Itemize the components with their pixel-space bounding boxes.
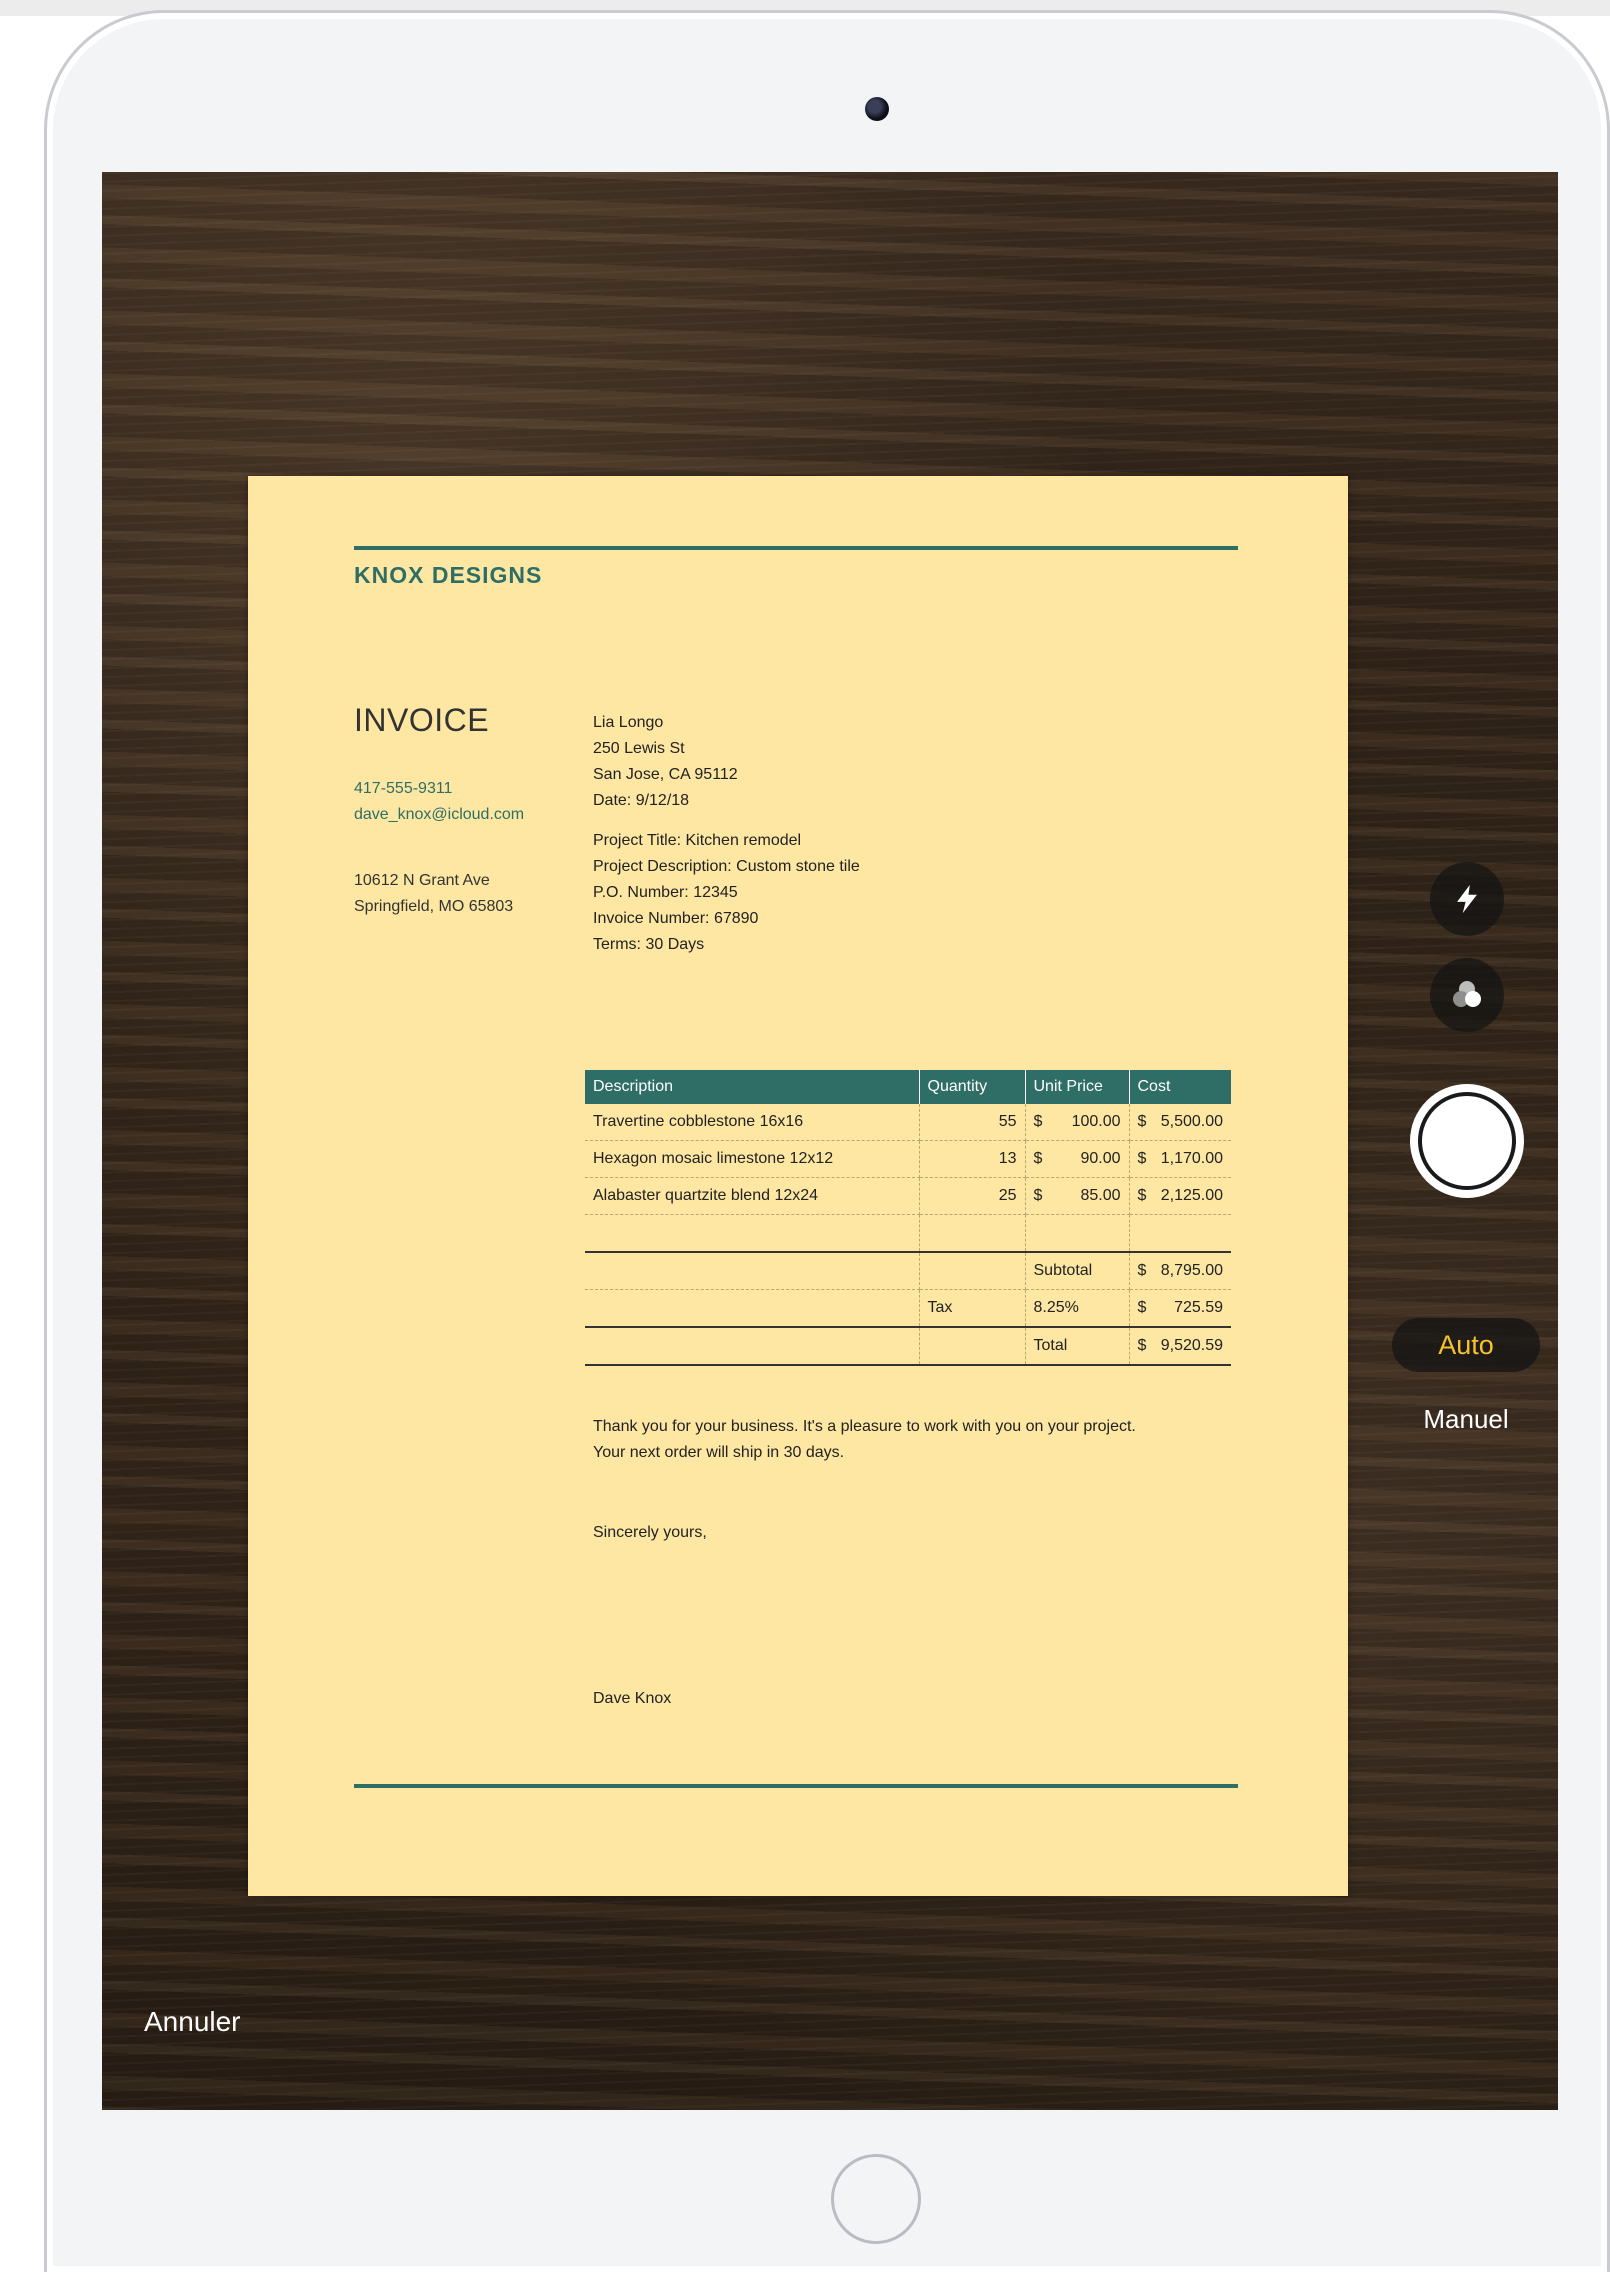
footer-rule — [354, 1784, 1238, 1788]
company-address: 10612 N Grant Ave Springfield, MO 65803 — [354, 868, 513, 920]
tax-rate: 8.25% — [1025, 1289, 1130, 1328]
total-row: Total $9,520.59 — [585, 1327, 1231, 1366]
item-quantity: 25 — [919, 1177, 1026, 1215]
currency-symbol: $ — [1137, 1299, 1147, 1316]
currency-symbol: $ — [1137, 1113, 1147, 1130]
company-phone: 417-555-9311 — [354, 780, 453, 797]
payment-terms: Terms: 30 Days — [593, 936, 705, 953]
currency-symbol: $ — [1137, 1337, 1147, 1354]
client-name: Lia Longo — [593, 714, 664, 731]
scanned-invoice-document: KNOX DESIGNS INVOICE 417-555-9311 dave_k… — [248, 476, 1348, 1896]
column-header: Unit Price — [1025, 1070, 1130, 1104]
flash-button[interactable] — [1430, 862, 1504, 936]
currency-symbol: $ — [1033, 1113, 1043, 1130]
project-block: Project Title: Kitchen remodel Project D… — [593, 828, 860, 958]
total-label: Total — [1025, 1327, 1130, 1366]
currency-symbol: $ — [1033, 1150, 1043, 1167]
subtotal-amount: $8,795.00 — [1129, 1252, 1231, 1290]
signer-name: Dave Knox — [593, 1690, 672, 1707]
table-row-empty — [585, 1214, 1231, 1253]
amount: 8,795.00 — [1160, 1262, 1223, 1279]
cancel-button[interactable]: Annuler — [144, 2006, 241, 2038]
tax-row: Tax 8.25% $725.59 — [585, 1289, 1231, 1328]
mode-manual-button[interactable]: Manuel — [1392, 1404, 1540, 1435]
subtotal-label: Subtotal — [1025, 1252, 1130, 1290]
mode-auto-button[interactable]: Auto — [1392, 1318, 1540, 1372]
item-description: Hexagon mosaic limestone 12x12 — [585, 1140, 920, 1178]
currency-symbol: $ — [1137, 1150, 1147, 1167]
subtotal-row: Subtotal $8,795.00 — [585, 1252, 1231, 1290]
item-unit-price: $85.00 — [1025, 1177, 1130, 1215]
amount: 90.00 — [1080, 1150, 1121, 1167]
amount: 5,500.00 — [1160, 1113, 1223, 1130]
address-line: Springfield, MO 65803 — [354, 898, 514, 915]
table-row: Alabaster quartzite blend 12x24 25 $85.0… — [585, 1177, 1231, 1215]
item-unit-price: $100.00 — [1025, 1104, 1130, 1141]
client-street: 250 Lewis St — [593, 740, 685, 757]
amount: 725.59 — [1174, 1299, 1223, 1316]
item-quantity: 55 — [919, 1104, 1026, 1141]
table-header-row: Description Quantity Unit Price Cost — [585, 1070, 1231, 1104]
item-description: Travertine cobblestone 16x16 — [585, 1104, 920, 1141]
project-title: Project Title: Kitchen remodel — [593, 832, 802, 849]
column-header: Quantity — [919, 1070, 1026, 1104]
camera-viewfinder: KNOX DESIGNS INVOICE 417-555-9311 dave_k… — [102, 172, 1558, 2110]
total-amount: $9,520.59 — [1129, 1327, 1231, 1366]
item-cost: $5,500.00 — [1129, 1104, 1231, 1141]
project-description: Project Description: Custom stone tile — [593, 858, 860, 875]
flash-icon — [1457, 884, 1477, 914]
amount: 1,170.00 — [1160, 1150, 1223, 1167]
header-rule — [354, 546, 1238, 550]
item-quantity: 13 — [919, 1140, 1026, 1178]
filters-icon — [1453, 981, 1481, 1007]
po-number: P.O. Number: 12345 — [593, 884, 738, 901]
table-row: Travertine cobblestone 16x16 55 $100.00 … — [585, 1104, 1231, 1141]
thank-you-note: Thank you for your business. It's a plea… — [593, 1414, 1136, 1466]
currency-symbol: $ — [1137, 1262, 1147, 1279]
currency-symbol: $ — [1033, 1187, 1043, 1204]
table-row: Hexagon mosaic limestone 12x12 13 $90.00… — [585, 1140, 1231, 1178]
shutter-inner-ring — [1418, 1092, 1516, 1190]
item-cost: $1,170.00 — [1129, 1140, 1231, 1178]
tax-amount: $725.59 — [1129, 1289, 1231, 1328]
item-unit-price: $90.00 — [1025, 1140, 1130, 1178]
amount: 9,520.59 — [1160, 1337, 1223, 1354]
filters-button[interactable] — [1430, 958, 1504, 1032]
thanks-line: Your next order will ship in 30 days. — [593, 1444, 845, 1461]
invoice-number: Invoice Number: 67890 — [593, 910, 759, 927]
item-cost: $2,125.00 — [1129, 1177, 1231, 1215]
client-city: San Jose, CA 95112 — [593, 766, 738, 783]
front-camera — [865, 97, 889, 121]
company-name: KNOX DESIGNS — [354, 562, 543, 588]
home-button[interactable] — [831, 2154, 921, 2244]
column-header: Cost — [1129, 1070, 1231, 1104]
currency-symbol: $ — [1137, 1187, 1147, 1204]
shutter-button[interactable] — [1410, 1084, 1524, 1198]
tax-label: Tax — [919, 1289, 1026, 1328]
address-line: 10612 N Grant Ave — [354, 872, 490, 889]
invoice-title: INVOICE — [354, 702, 490, 738]
client-block: Lia Longo 250 Lewis St San Jose, CA 9511… — [593, 710, 738, 814]
amount: 85.00 — [1080, 1187, 1121, 1204]
company-email: dave_knox@icloud.com — [354, 806, 525, 823]
item-description: Alabaster quartzite blend 12x24 — [585, 1177, 920, 1215]
amount: 100.00 — [1071, 1113, 1121, 1130]
closing-line: Sincerely yours, — [593, 1524, 707, 1541]
invoice-date: Date: 9/12/18 — [593, 792, 690, 809]
line-items-table: Description Quantity Unit Price Cost Tra… — [585, 1070, 1231, 1366]
amount: 2,125.00 — [1160, 1187, 1223, 1204]
column-header: Description — [585, 1070, 920, 1104]
thanks-line: Thank you for your business. It's a plea… — [593, 1418, 1136, 1435]
